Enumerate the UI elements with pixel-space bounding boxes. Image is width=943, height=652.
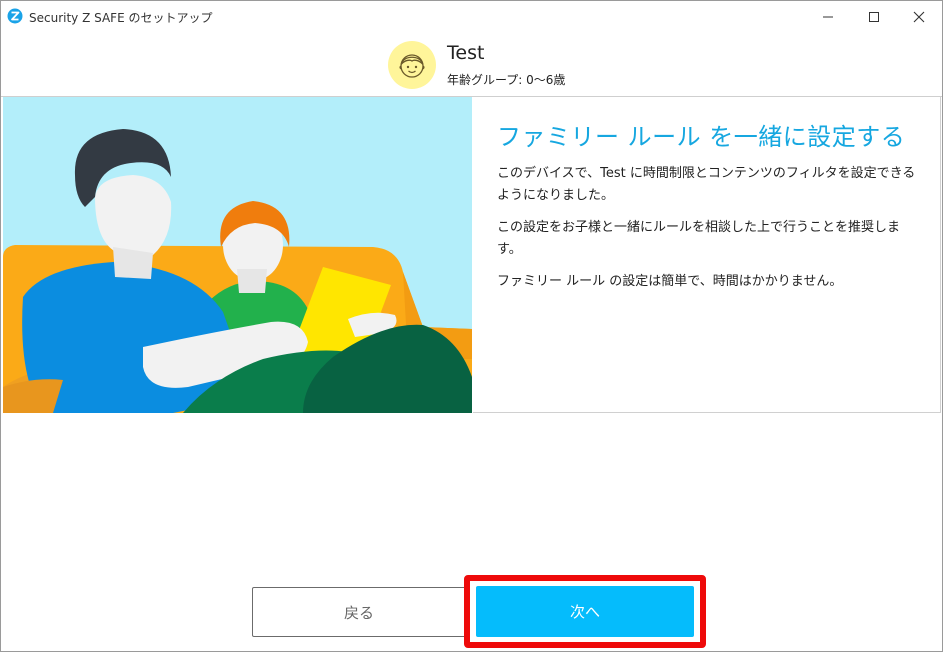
profile-header: Test 年齢グループ: 0〜6歳 [1,32,942,96]
intro-paragraph-3: ファミリー ルール の設定は簡単で、時間はかかりません。 [497,274,843,289]
maximize-icon [868,11,880,23]
avatar [388,41,436,89]
window-title: Security Z SAFE のセットアップ [29,11,213,25]
close-button[interactable] [896,1,942,32]
profile-age-group: 年齢グループ: 0〜6歳 [447,73,566,87]
intro-paragraph-2: この設定をお子様と一緒にルールを相談した上で行うことを推奨します。 [497,220,901,257]
title-bar: Security Z SAFE のセットアップ [1,1,942,32]
child-face-icon [399,54,425,78]
maximize-button[interactable] [851,1,897,32]
minimize-button[interactable] [805,1,851,32]
intro-text-panel: ファミリー ルール を一緒に設定する このデバイスで、Test に時間制限とコン… [473,97,941,413]
app-logo-icon [7,8,23,24]
back-button[interactable]: 戻る [252,587,466,637]
next-button[interactable]: 次へ [476,586,694,637]
intro-paragraph-1: このデバイスで、Test に時間制限とコンテンツのフィルタを設定できるようになり… [497,166,916,203]
setup-window: Security Z SAFE のセットアップ Test 年齢グループ: 0〜6… [0,0,943,652]
close-icon [913,11,925,23]
minimize-icon [822,11,834,23]
page-title: ファミリー ルール を一緒に設定する [497,123,906,151]
profile-name: Test [447,42,485,64]
family-illustration [3,97,472,413]
